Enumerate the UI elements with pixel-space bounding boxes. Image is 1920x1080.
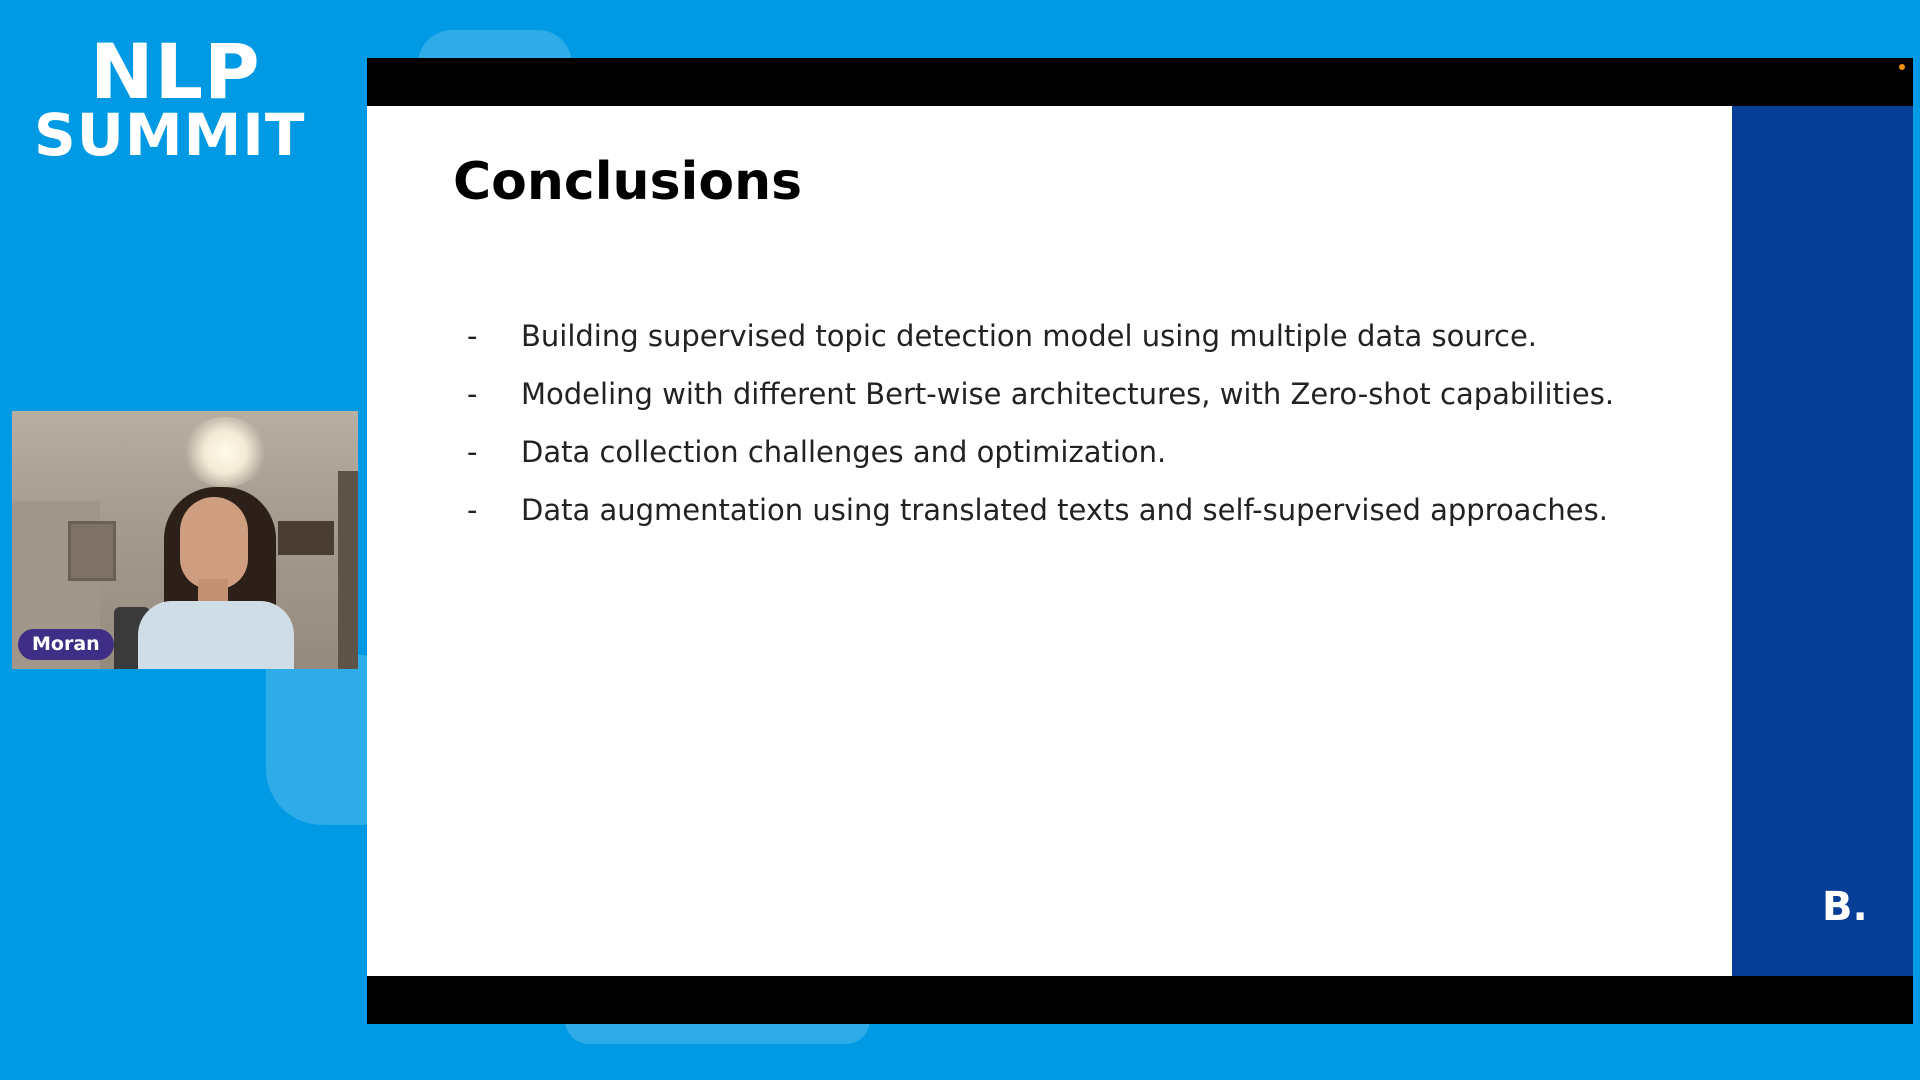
- bullet-dash: -: [467, 435, 478, 469]
- slide-side-band: [1732, 106, 1913, 976]
- bullet-dash: -: [467, 319, 478, 353]
- slide-bullet-text: Data augmentation using translated texts…: [521, 493, 1608, 527]
- event-logo: NLP SUMMIT: [34, 27, 306, 169]
- speaker-video[interactable]: Moran: [12, 411, 358, 669]
- background-decoration-left: [266, 655, 376, 825]
- speaker-name-badge: Moran: [18, 629, 114, 660]
- slide-title: Conclusions: [453, 152, 803, 212]
- recording-indicator: [1899, 64, 1905, 70]
- slide-bullet-4: - Data augmentation using translated text…: [467, 492, 1614, 550]
- bullet-dash: -: [467, 493, 478, 527]
- brand-logo: B.: [1822, 884, 1868, 930]
- video-ceiling-light: [182, 417, 268, 487]
- slide-content: Conclusions - Building supervised topic d…: [367, 106, 1732, 976]
- slide-bullet-text: Modeling with different Bert-wise archit…: [521, 377, 1615, 411]
- slide-bullet-list: - Building supervised topic detection mod…: [467, 318, 1614, 550]
- slide-bullet-text: Building supervised topic detection mode…: [521, 319, 1538, 353]
- slide-bullet-2: - Modeling with different Bert-wise archi…: [467, 376, 1614, 434]
- slide-bullet-1: - Building supervised topic detection mod…: [467, 318, 1614, 376]
- slide-bullet-3: - Data collection challenges and optimiza…: [467, 434, 1614, 492]
- speaker-face: [180, 497, 248, 589]
- slide-bullet-text: Data collection challenges and optimizat…: [521, 435, 1167, 469]
- logo-line-2: SUMMIT: [34, 101, 306, 169]
- logo-line-1: NLP: [90, 27, 261, 116]
- bullet-dash: -: [467, 377, 478, 411]
- video-shelf: [278, 521, 334, 555]
- video-wall-frame: [68, 521, 116, 581]
- shared-slide: Conclusions - Building supervised topic d…: [367, 58, 1913, 1024]
- video-door: [338, 471, 358, 669]
- speaker-shirt: [138, 601, 294, 669]
